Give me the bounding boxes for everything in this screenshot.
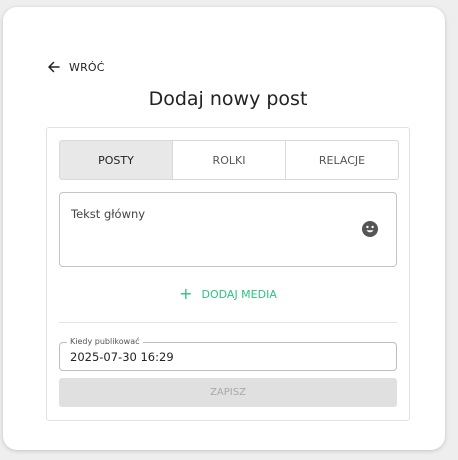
main-text-placeholder: Tekst główny [71,207,146,221]
emoji-icon[interactable] [362,221,378,237]
main-text-field[interactable]: Tekst główny [59,192,397,267]
save-button[interactable]: ZAPISZ [59,378,397,407]
post-form: POSTY ROLKI RELACJE Tekst główny + DODAJ… [46,127,410,421]
back-button[interactable]: WRÓĆ [47,57,105,77]
tab-posty[interactable]: POSTY [60,141,172,179]
card: WRÓĆ Dodaj nowy post POSTY ROLKI RELACJE… [3,7,445,450]
tab-rolki[interactable]: ROLKI [172,141,285,179]
arrow-left-icon [48,61,60,73]
publish-date-value: 2025-07-30 16:29 [70,350,174,364]
add-media-label: DODAJ MEDIA [201,287,277,301]
back-label: WRÓĆ [69,60,105,74]
publish-date-field[interactable]: Kiedy publikować 2025-07-30 16:29 [59,337,397,371]
tab-relacje[interactable]: RELACJE [285,141,398,179]
divider [59,322,397,323]
post-type-tabs: POSTY ROLKI RELACJE [59,140,399,180]
add-media-button[interactable]: + DODAJ MEDIA [47,286,409,302]
plus-icon: + [179,284,193,303]
page-title: Dodaj nowy post [148,88,308,110]
publish-date-label: Kiedy publikować [67,337,143,347]
